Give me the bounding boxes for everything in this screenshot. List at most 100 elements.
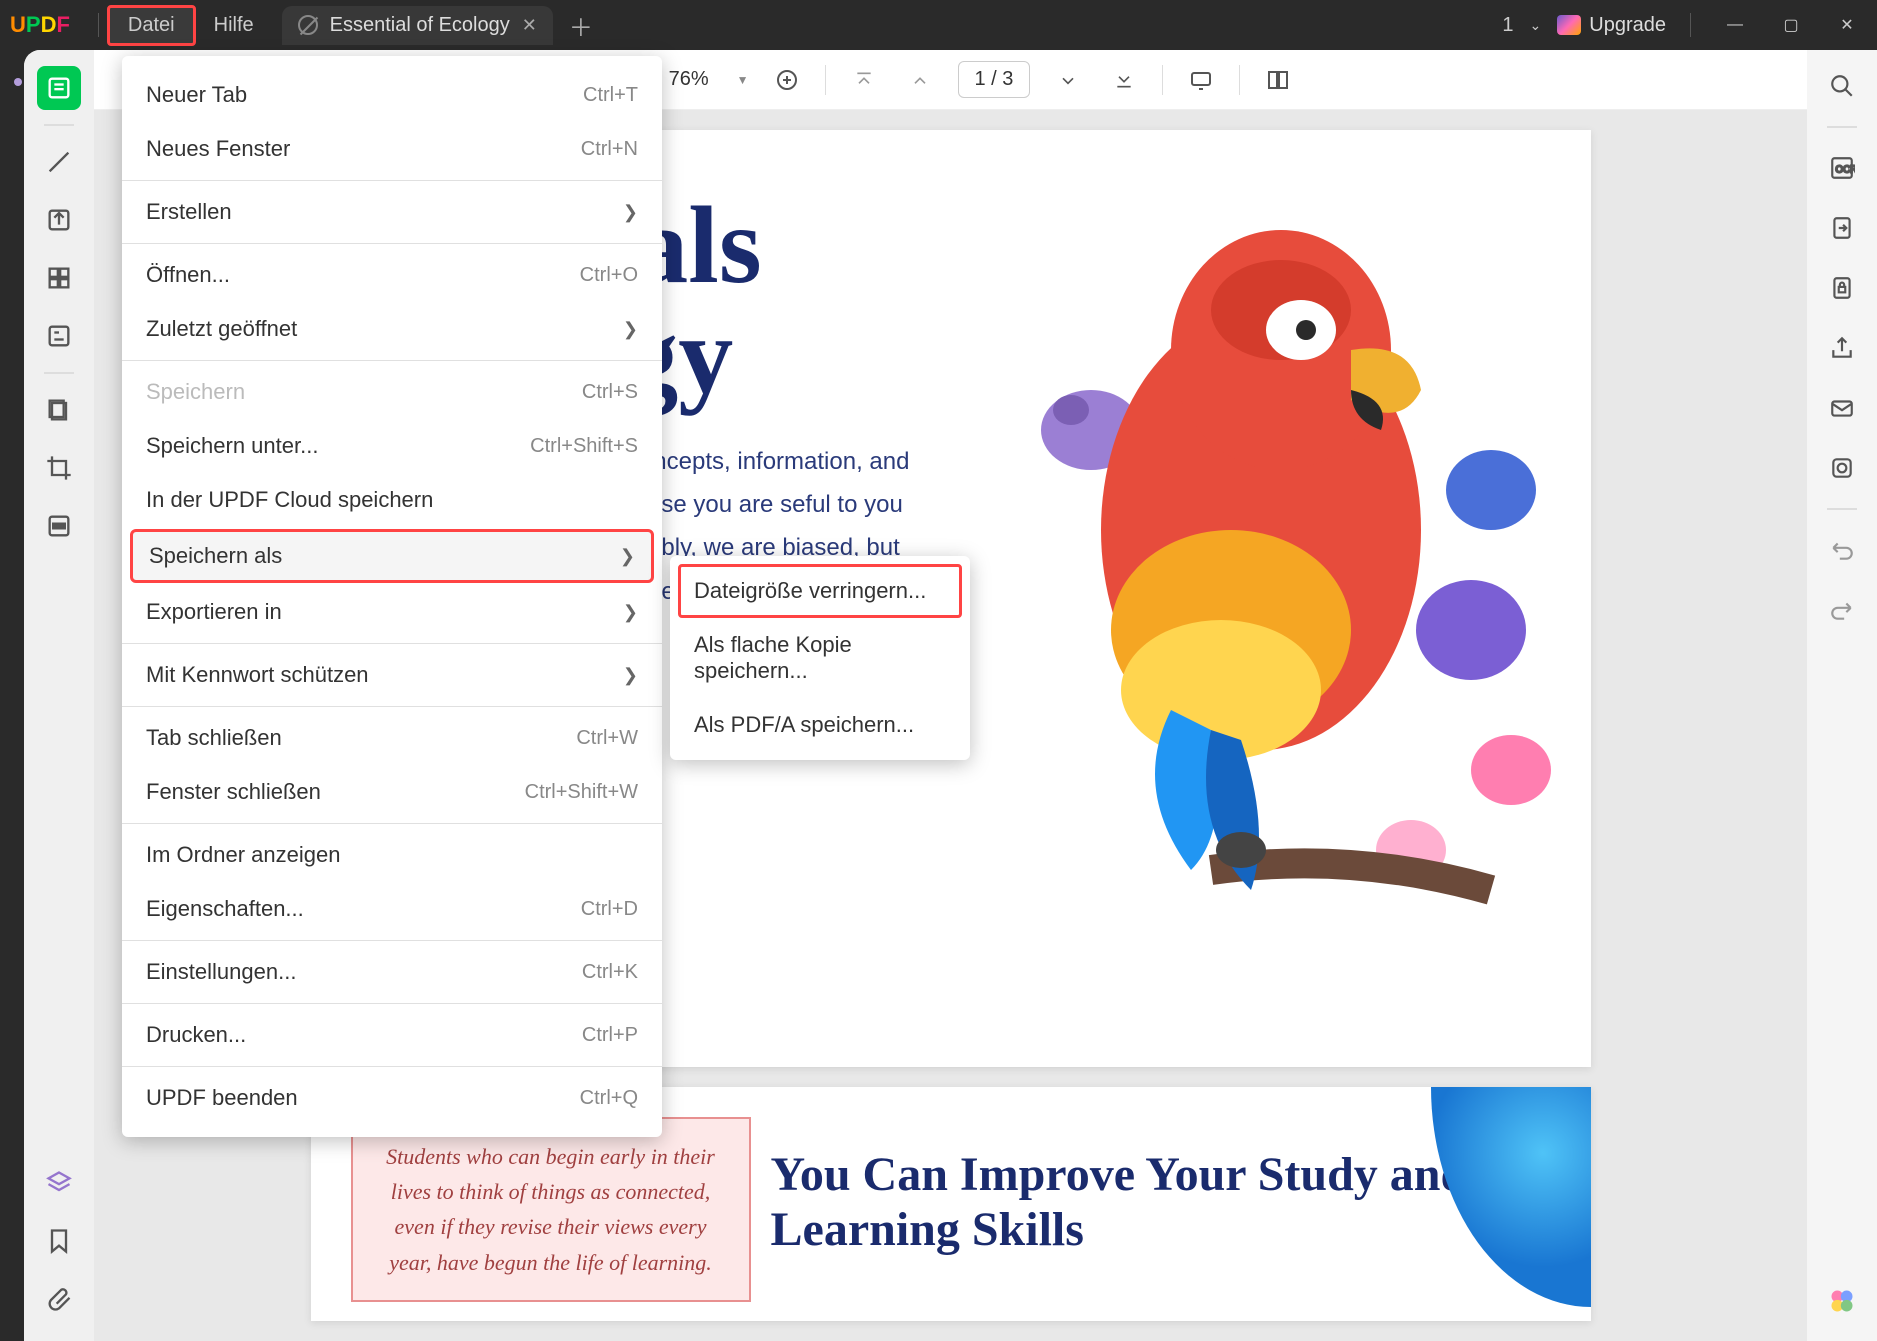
undo-icon[interactable]	[1822, 530, 1862, 570]
minimize-button[interactable]: —	[1715, 5, 1755, 45]
save-cloud-icon[interactable]	[1822, 448, 1862, 488]
menu-show-in-folder[interactable]: Im Ordner anzeigen	[122, 828, 662, 882]
zoom-dropdown-icon[interactable]: ▼	[737, 73, 749, 87]
app-logo: UPDF	[10, 12, 70, 38]
separator	[44, 124, 74, 126]
redo-icon[interactable]	[1822, 590, 1862, 630]
file-menu-dropdown: Neuer TabCtrl+T Neues FensterCtrl+N Erst…	[122, 56, 662, 1137]
separator	[122, 180, 662, 181]
tab-icon	[298, 15, 318, 35]
separator	[1690, 13, 1691, 37]
edit-text-icon[interactable]	[37, 198, 81, 242]
batch-tool-icon[interactable]	[37, 388, 81, 432]
menu-new-window[interactable]: Neues FensterCtrl+N	[122, 122, 662, 176]
quote-box: Students who can begin early in their li…	[351, 1117, 751, 1302]
tab-title: Essential of Ecology	[330, 14, 510, 37]
email-icon[interactable]	[1822, 388, 1862, 428]
menu-save-as-under[interactable]: Speichern unter...Ctrl+Shift+S	[122, 419, 662, 473]
chevron-right-icon: ❯	[620, 546, 635, 567]
right-sidebar: OCR	[1807, 50, 1877, 1341]
new-tab-button[interactable]: ＋	[569, 8, 593, 43]
menu-file[interactable]: Datei	[107, 5, 196, 46]
attachment-icon[interactable]	[37, 1277, 81, 1321]
menu-export[interactable]: Exportieren in❯	[122, 585, 662, 639]
maximize-button[interactable]: ▢	[1771, 5, 1811, 45]
form-tool-icon[interactable]	[37, 314, 81, 358]
left-sidebar	[24, 50, 94, 1341]
chevron-right-icon: ❯	[623, 665, 638, 686]
prev-page-button[interactable]	[902, 62, 938, 98]
chevron-right-icon: ❯	[623, 319, 638, 340]
convert-icon[interactable]	[1822, 208, 1862, 248]
separator	[122, 1003, 662, 1004]
presentation-icon[interactable]	[1183, 62, 1219, 98]
menu-help[interactable]: Hilfe	[196, 8, 272, 43]
separator	[122, 823, 662, 824]
separator	[122, 1066, 662, 1067]
save-as-submenu: Dateigröße verringern... Als flache Kopi…	[670, 556, 970, 760]
separator	[98, 13, 99, 37]
separator	[122, 643, 662, 644]
first-page-button[interactable]	[846, 62, 882, 98]
separator	[122, 243, 662, 244]
page-layout-icon[interactable]	[1260, 62, 1296, 98]
globe-illustration	[1431, 1087, 1591, 1307]
separator	[1827, 508, 1857, 510]
document-tab[interactable]: Essential of Ecology ✕	[282, 6, 553, 45]
chevron-right-icon: ❯	[623, 202, 638, 223]
ai-assistant-icon[interactable]	[1822, 1281, 1862, 1321]
notification-dot	[14, 78, 22, 86]
menu-password-protect[interactable]: Mit Kennwort schützen❯	[122, 648, 662, 702]
tab-count-dropdown-icon[interactable]: ⌄	[1530, 17, 1542, 34]
separator	[122, 706, 662, 707]
titlebar: UPDF Datei Hilfe Essential of Ecology ✕ …	[0, 0, 1877, 50]
bookmark-icon[interactable]	[37, 1219, 81, 1263]
submenu-reduce-filesize[interactable]: Dateigröße verringern...	[678, 564, 962, 618]
redact-tool-icon[interactable]	[37, 504, 81, 548]
menu-close-tab[interactable]: Tab schließenCtrl+W	[122, 711, 662, 765]
menu-properties[interactable]: Eigenschaften...Ctrl+D	[122, 882, 662, 936]
zoom-in-button[interactable]	[769, 62, 805, 98]
last-page-button[interactable]	[1106, 62, 1142, 98]
highlight-tool-icon[interactable]	[37, 140, 81, 184]
search-icon[interactable]	[1822, 66, 1862, 106]
menu-close-window[interactable]: Fenster schließenCtrl+Shift+W	[122, 765, 662, 819]
separator	[1239, 65, 1240, 95]
upgrade-icon	[1557, 15, 1581, 35]
zoom-value: 76%	[661, 68, 717, 91]
layers-icon[interactable]	[37, 1161, 81, 1205]
menu-open[interactable]: Öffnen...Ctrl+O	[122, 248, 662, 302]
share-icon[interactable]	[1822, 328, 1862, 368]
menu-print[interactable]: Drucken...Ctrl+P	[122, 1008, 662, 1062]
crop-tool-icon[interactable]	[37, 446, 81, 490]
separator	[122, 940, 662, 941]
reader-mode-icon[interactable]	[37, 66, 81, 110]
tab-count[interactable]: 1	[1502, 14, 1513, 37]
separator	[122, 360, 662, 361]
page-organize-icon[interactable]	[37, 256, 81, 300]
separator	[1162, 65, 1163, 95]
menu-save-as[interactable]: Speichern als❯	[130, 529, 654, 583]
menu-recent[interactable]: Zuletzt geöffnet❯	[122, 302, 662, 356]
menu-save: SpeichernCtrl+S	[122, 365, 662, 419]
menu-create[interactable]: Erstellen❯	[122, 185, 662, 239]
tab-close-button[interactable]: ✕	[522, 15, 537, 36]
doc-heading-2: You Can Improve Your Study and Learning …	[771, 1147, 1531, 1257]
close-button[interactable]: ✕	[1827, 5, 1867, 45]
chevron-right-icon: ❯	[623, 602, 638, 623]
page-indicator[interactable]: 1 / 3	[958, 61, 1031, 98]
separator	[825, 65, 826, 95]
menu-new-tab[interactable]: Neuer TabCtrl+T	[122, 68, 662, 122]
submenu-save-flat-copy[interactable]: Als flache Kopie speichern...	[678, 618, 962, 698]
upgrade-button[interactable]: Upgrade	[1557, 14, 1666, 37]
menu-save-cloud[interactable]: In der UPDF Cloud speichern	[122, 473, 662, 527]
menu-settings[interactable]: Einstellungen...Ctrl+K	[122, 945, 662, 999]
protect-icon[interactable]	[1822, 268, 1862, 308]
parrot-illustration	[931, 150, 1551, 970]
ocr-icon[interactable]: OCR	[1822, 148, 1862, 188]
submenu-save-pdfa[interactable]: Als PDF/A speichern...	[678, 698, 962, 752]
separator	[44, 372, 74, 374]
separator	[1827, 126, 1857, 128]
menu-quit[interactable]: UPDF beendenCtrl+Q	[122, 1071, 662, 1125]
next-page-button[interactable]	[1050, 62, 1086, 98]
